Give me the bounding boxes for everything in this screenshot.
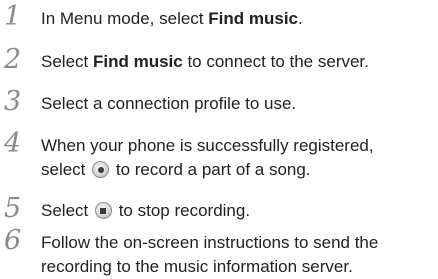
step-number: 2 — [4, 44, 22, 75]
step-number: 4 — [4, 128, 22, 159]
step-text-post: to record a part of a song. — [111, 160, 311, 179]
step-number: 3 — [4, 86, 22, 117]
step-text-pre: Select — [41, 52, 93, 71]
stop-button-icon — [94, 202, 112, 219]
step-text-pre: In Menu mode, select — [41, 9, 209, 28]
step-text: In Menu mode, select Find music. — [41, 7, 436, 31]
step-number: 5 — [4, 193, 22, 224]
step-text-line-2: recording to the music information serve… — [41, 257, 353, 276]
instruction-steps: 1 In Menu mode, select Find music. 2 Sel… — [0, 0, 438, 278]
step-text-line-1: Follow the on-screen instructions to sen… — [41, 233, 379, 252]
step-text-post: to connect to the server. — [182, 52, 369, 71]
step-text: Select Find music to connect to the serv… — [41, 50, 436, 74]
step-text-pre: select — [41, 160, 91, 179]
step-text-post: to stop recording. — [113, 201, 251, 220]
step-text-post: . — [298, 9, 303, 28]
step-number: 6 — [4, 225, 22, 256]
step-text-line-2: select to record a part of a song. — [41, 158, 436, 182]
menu-item-find-music: Find music — [208, 9, 298, 28]
step-text-line-1: When your phone is successfully register… — [41, 136, 374, 155]
menu-item-find-music: Find music — [92, 52, 183, 71]
record-button-icon — [92, 161, 110, 178]
step-text: Select a connection profile to use. — [41, 94, 297, 113]
step-number: 1 — [4, 1, 22, 32]
step-text-pre: Select — [41, 201, 93, 220]
step-text: Select to stop recording. — [41, 199, 436, 223]
